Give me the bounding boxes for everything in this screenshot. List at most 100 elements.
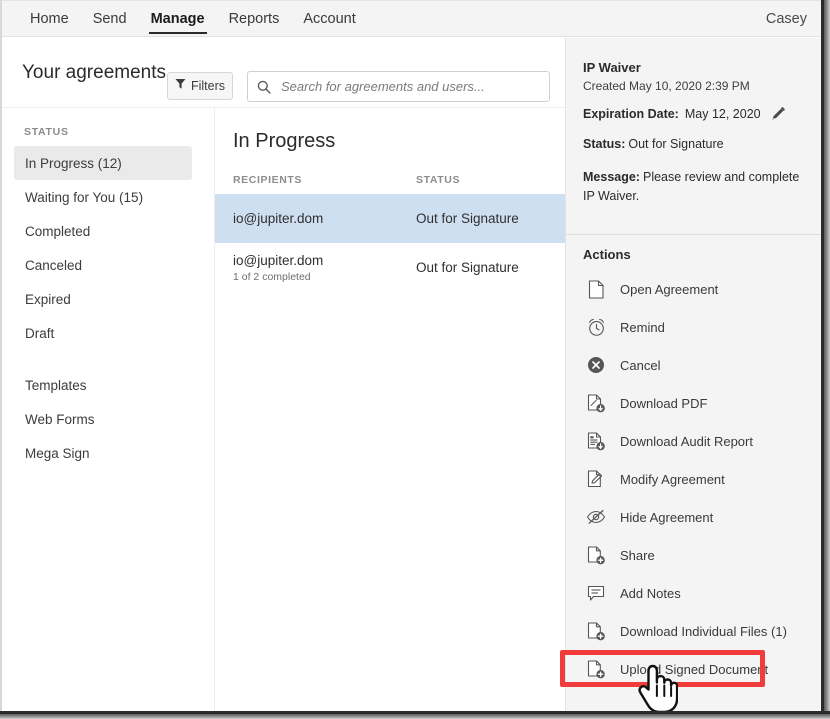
sidebar-item-label: Expired <box>25 292 71 307</box>
page-title: Your agreements <box>22 62 166 84</box>
sidebar-item-in-progress[interactable]: In Progress (12) <box>14 146 192 180</box>
modify-document-icon <box>583 470 609 489</box>
nav-item-account[interactable]: Account <box>291 1 367 37</box>
expiration-date-label: Expiration Date: <box>583 107 679 121</box>
nav-items: Home Send Manage Reports Account <box>18 1 368 37</box>
action-download-individual-files[interactable]: Download Individual Files (1) <box>576 612 812 650</box>
top-navigation-bar: Home Send Manage Reports Account Casey <box>2 1 821 37</box>
document-created-date: Created May 10, 2020 2:39 PM <box>583 79 808 93</box>
user-name-label: Casey <box>766 11 807 27</box>
nav-item-label: Account <box>303 11 355 27</box>
nav-item-send[interactable]: Send <box>81 1 139 37</box>
sidebar-item-completed[interactable]: Completed <box>14 214 192 248</box>
list-title: In Progress <box>233 130 335 153</box>
sidebar-item-label: Templates <box>25 378 87 393</box>
window-frame-bottom <box>0 711 830 719</box>
sidebar-item-mega-sign[interactable]: Mega Sign <box>14 436 192 470</box>
nav-item-label: Home <box>30 11 69 27</box>
detail-summary: IP Waiver Created May 10, 2020 2:39 PM E… <box>583 60 808 205</box>
action-label: Hide Agreement <box>620 510 713 525</box>
sidebar-item-label: Web Forms <box>25 412 95 427</box>
action-hide-agreement[interactable]: Hide Agreement <box>576 498 812 536</box>
action-upload-signed-document[interactable]: Upload Signed Document <box>576 650 812 688</box>
sidebar-item-waiting-for-you[interactable]: Waiting for You (15) <box>14 180 192 214</box>
application-window: Home Send Manage Reports Account Casey Y… <box>0 0 830 719</box>
sidebar-item-web-forms[interactable]: Web Forms <box>14 402 192 436</box>
row-status-cell: Out for Signature <box>416 211 519 226</box>
sidebar-item-canceled[interactable]: Canceled <box>14 248 192 282</box>
filter-funnel-icon <box>175 77 186 95</box>
upload-document-icon <box>583 660 609 679</box>
action-label: Add Notes <box>620 586 681 601</box>
status-sidebar: STATUS In Progress (12) Waiting for You … <box>2 108 215 711</box>
sidebar-item-label: Draft <box>25 326 54 341</box>
nav-item-home[interactable]: Home <box>18 1 81 37</box>
actions-list: Open Agreement Remind <box>576 270 812 688</box>
window-frame-left <box>0 0 2 719</box>
nav-item-reports[interactable]: Reports <box>217 1 292 37</box>
nav-item-label: Reports <box>229 11 280 27</box>
sidebar-item-label: Canceled <box>25 258 82 273</box>
status-row: Status:Out for Signature <box>583 135 808 154</box>
message-label: Message: <box>583 170 640 184</box>
row-completion-status: 1 of 2 completed <box>233 271 323 283</box>
message-row: Message:Please review and complete IP Wa… <box>583 168 808 206</box>
status-value: Out for Signature <box>628 137 723 151</box>
download-pdf-icon <box>583 394 609 413</box>
agreement-rows: io@jupiter.dom Out for Signature io@jupi… <box>215 194 565 292</box>
action-add-notes[interactable]: Add Notes <box>576 574 812 612</box>
action-download-pdf[interactable]: Download PDF <box>576 384 812 422</box>
download-audit-icon <box>583 432 609 451</box>
sidebar-item-label: Completed <box>25 224 90 239</box>
action-label: Upload Signed Document <box>620 662 768 677</box>
nav-item-manage[interactable]: Manage <box>139 1 217 37</box>
action-cancel[interactable]: Cancel <box>576 346 812 384</box>
nav-item-label: Manage <box>151 11 205 27</box>
action-label: Cancel <box>620 358 660 373</box>
expiration-date-row: Expiration Date: May 12, 2020 <box>583 106 808 121</box>
action-open-agreement[interactable]: Open Agreement <box>576 270 812 308</box>
sidebar-divider-gap <box>14 350 192 368</box>
action-label: Open Agreement <box>620 282 718 297</box>
sidebar-item-expired[interactable]: Expired <box>14 282 192 316</box>
action-label: Download Audit Report <box>620 434 753 449</box>
filters-button-label: Filters <box>191 79 225 93</box>
actions-heading: Actions <box>583 247 631 262</box>
share-document-icon <box>583 546 609 565</box>
action-download-audit-report[interactable]: Download Audit Report <box>576 422 812 460</box>
table-row[interactable]: io@jupiter.dom 1 of 2 completed Out for … <box>215 243 565 292</box>
agreements-list-panel: In Progress RECIPIENTS STATUS io@jupiter… <box>215 108 565 711</box>
column-header-status: STATUS <box>416 174 460 186</box>
nav-item-label: Send <box>93 11 127 27</box>
action-label: Download PDF <box>620 396 707 411</box>
action-modify-agreement[interactable]: Modify Agreement <box>576 460 812 498</box>
sidebar-list: In Progress (12) Waiting for You (15) Co… <box>14 146 192 470</box>
action-share[interactable]: Share <box>576 536 812 574</box>
eye-slash-icon <box>583 509 609 525</box>
window-frame-right <box>821 0 830 719</box>
filters-button[interactable]: Filters <box>167 72 233 100</box>
window-frame-top <box>0 0 830 1</box>
agreement-detail-panel: IP Waiver Created May 10, 2020 2:39 PM E… <box>565 38 821 711</box>
search-box[interactable] <box>247 71 550 102</box>
cancel-circle-icon <box>583 356 609 374</box>
action-label: Remind <box>620 320 665 335</box>
search-input[interactable] <box>279 78 541 95</box>
sidebar-item-templates[interactable]: Templates <box>14 368 192 402</box>
row-recipient-email: io@jupiter.dom <box>233 211 323 226</box>
row-status-cell: Out for Signature <box>416 260 519 275</box>
action-label: Share <box>620 548 655 563</box>
speech-bubble-icon <box>583 585 609 602</box>
sidebar-item-label: Waiting for You (15) <box>25 190 143 205</box>
action-label: Download Individual Files (1) <box>620 624 787 639</box>
sidebar-heading: STATUS <box>24 126 69 138</box>
page-header: Your agreements Filters <box>2 38 565 108</box>
table-row[interactable]: io@jupiter.dom Out for Signature <box>215 194 565 243</box>
search-icon <box>257 80 271 94</box>
edit-pencil-icon[interactable] <box>771 106 786 121</box>
document-title: IP Waiver <box>583 60 808 75</box>
sidebar-item-draft[interactable]: Draft <box>14 316 192 350</box>
status-label: Status: <box>583 137 625 151</box>
user-menu[interactable]: Casey <box>766 1 807 37</box>
action-remind[interactable]: Remind <box>576 308 812 346</box>
